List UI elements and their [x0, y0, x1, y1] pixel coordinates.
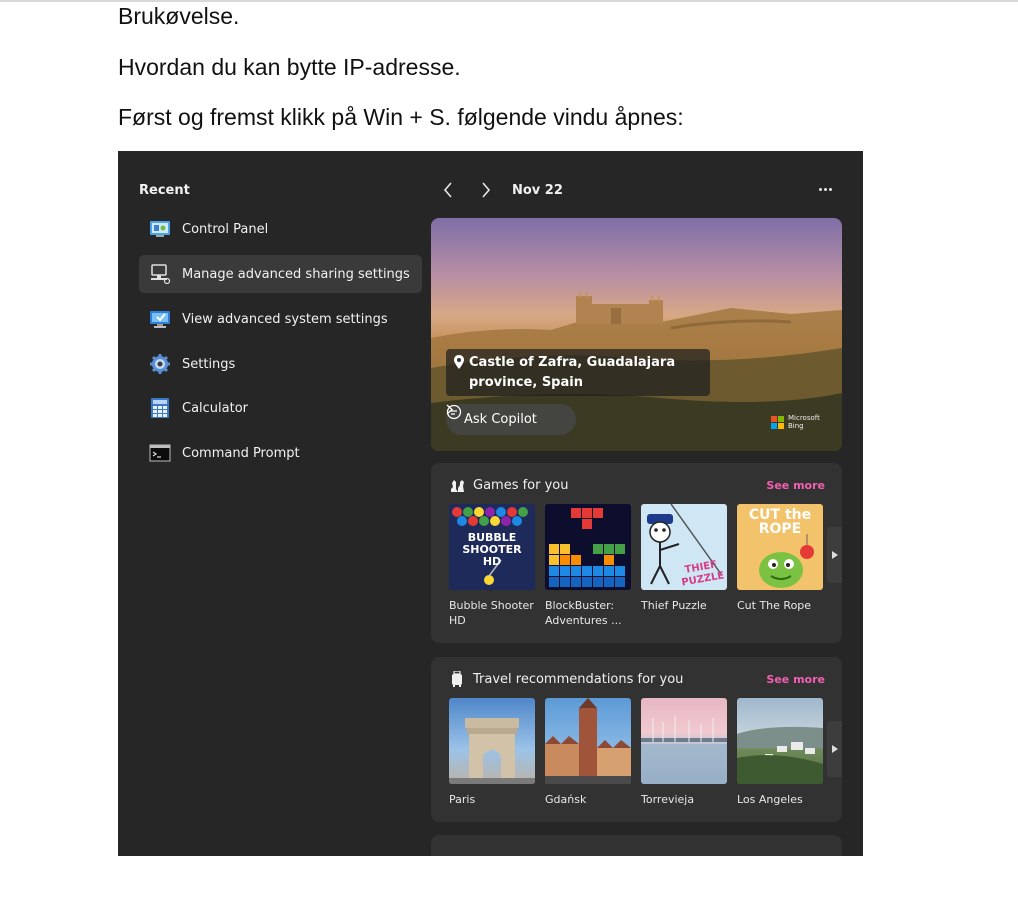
bing-hero-image[interactable]: Castle of Zafra, Guadalajara province, S… — [431, 218, 842, 451]
recent-item-control-panel[interactable]: Control Panel — [139, 210, 422, 248]
games-card: Games for you See more BUBBLE SHOOTER HD — [431, 463, 842, 643]
chevron-left-icon — [443, 182, 452, 198]
recent-item-label: View advanced system settings — [182, 311, 388, 327]
next-card-partial — [431, 835, 842, 856]
triangle-right-icon — [831, 551, 838, 559]
recent-item-label: Settings — [182, 356, 236, 372]
bing-brand-text: Microsoft Bing — [788, 414, 820, 430]
recent-item-command-prompt[interactable]: Command Prompt — [139, 434, 422, 472]
calculator-icon — [149, 398, 171, 418]
travel-tile-gdansk[interactable]: Gdańsk — [545, 698, 631, 807]
cut-the-rope-logo-text: CUT the ROPE — [748, 507, 812, 537]
chevron-right-icon — [482, 182, 491, 198]
more-options-icon[interactable] — [816, 181, 834, 197]
destination-name: Los Angeles — [737, 793, 803, 806]
recent-item-calculator[interactable]: Calculator — [139, 389, 422, 427]
travel-scroll-right-button[interactable] — [827, 721, 842, 777]
recent-item-manage-sharing[interactable]: Manage advanced sharing settings — [139, 255, 422, 293]
destination-photo — [545, 698, 631, 784]
chess-piece-icon — [449, 477, 465, 493]
date-label: Nov 22 — [512, 183, 563, 198]
monitor-check-icon — [149, 309, 171, 329]
ask-copilot-button[interactable]: Ask Copilot — [446, 404, 576, 435]
travel-card-title: Travel recommendations for you — [473, 671, 684, 687]
doc-paragraph-title: Brukøvelse. — [118, 3, 240, 29]
game-title: Cut The Rope — [737, 599, 812, 612]
destination-name: Paris — [449, 793, 476, 806]
games-card-title: Games for you — [473, 477, 569, 493]
games-see-more-link[interactable]: See more — [766, 479, 825, 492]
recent-item-label: Manage advanced sharing settings — [182, 266, 410, 282]
windows-search-screenshot: Recent Control Panel Manage advanced sha… — [118, 151, 863, 856]
destination-name: Torrevieja — [641, 793, 695, 806]
game-thumbnail: BUBBLE SHOOTER HD — [449, 504, 535, 590]
game-tile-cut-the-rope[interactable]: CUT the ROPE Cut The Rope — [737, 504, 823, 628]
game-thumbnail: THIEF PUZZLE — [641, 504, 727, 590]
network-computer-icon — [149, 264, 171, 284]
destination-photo — [641, 698, 727, 784]
terminal-icon — [149, 443, 171, 463]
destination-name: Gdańsk — [545, 793, 587, 806]
recent-item-label: Calculator — [182, 400, 249, 416]
microsoft-bing-logo: Microsoft Bing — [771, 414, 824, 430]
travel-tile-los-angeles[interactable]: Los Angeles — [737, 698, 823, 807]
travel-card: Travel recommendations for you See more … — [431, 657, 842, 822]
ask-copilot-label: Ask Copilot — [464, 412, 537, 427]
game-title: BlockBuster: Adventures ... — [545, 599, 622, 627]
game-title: Thief Puzzle — [641, 599, 707, 612]
travel-tile-torrevieja[interactable]: Torrevieja — [641, 698, 727, 807]
luggage-icon — [449, 671, 465, 687]
recent-item-settings[interactable]: Settings — [139, 345, 422, 383]
game-thumbnail: CUT the ROPE — [737, 504, 823, 590]
destination-photo — [737, 698, 823, 784]
destination-photo — [449, 698, 535, 784]
recent-item-system-settings[interactable]: View advanced system settings — [139, 300, 422, 338]
doc-paragraph-instruction: Først og fremst klikk på Win + S. følgen… — [118, 104, 684, 130]
bubble-shooter-logo-text: BUBBLE SHOOTER HD — [462, 531, 522, 568]
page-top-border — [0, 0, 1018, 2]
triangle-right-icon — [831, 745, 838, 753]
prev-day-button[interactable] — [438, 179, 458, 201]
location-text: Castle of Zafra, Guadalajara province, S… — [469, 355, 676, 390]
games-scroll-right-button[interactable] — [827, 527, 842, 583]
game-thumbnail — [545, 504, 631, 590]
location-caption: Castle of Zafra, Guadalajara province, S… — [446, 349, 710, 396]
control-panel-icon — [149, 219, 171, 239]
next-day-button[interactable] — [476, 179, 496, 201]
doc-paragraph-heading: Hvordan du kan bytte IP-adresse. — [118, 54, 461, 80]
gear-icon — [149, 354, 171, 374]
travel-see-more-link[interactable]: See more — [766, 673, 825, 686]
game-tile-thief-puzzle[interactable]: THIEF PUZZLE Thief Puzzle — [641, 504, 727, 628]
recent-heading: Recent — [139, 183, 190, 198]
recent-item-label: Control Panel — [182, 221, 269, 237]
game-tile-bubble-shooter[interactable]: BUBBLE SHOOTER HD Bubble Shooter HD — [449, 504, 535, 628]
game-title: Bubble Shooter HD — [449, 599, 534, 627]
game-tile-blockbuster[interactable]: BlockBuster: Adventures ... — [545, 504, 631, 628]
microsoft-logo-icon — [771, 415, 784, 429]
travel-tile-paris[interactable]: Paris — [449, 698, 535, 807]
recent-item-label: Command Prompt — [182, 445, 300, 461]
